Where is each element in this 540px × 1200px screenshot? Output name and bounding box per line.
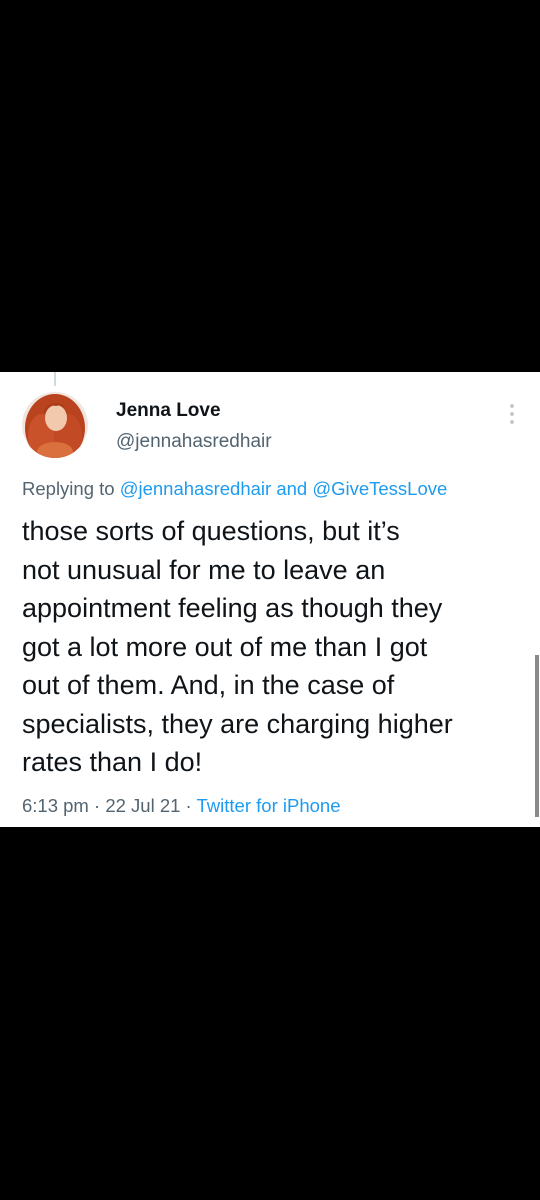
tweet-text: those sorts of questions, but it’s not u… [22,512,527,782]
profile-photo-icon [22,392,88,458]
tweet-card[interactable]: Jenna Love @jennahasredhair Replying to … [0,372,540,827]
tweet-text-line: not unusual for me to leave an [22,554,386,585]
scrollbar[interactable] [535,655,539,817]
replying-to-label: Replying to [22,478,115,499]
mention-joiner: and [276,478,308,499]
replying-to-line: Replying to @jennahasredhair and @GiveTe… [22,478,447,500]
avatar[interactable] [22,392,88,458]
tweet-text-line: specialists, they are charging higher [22,708,453,739]
thread-connector-line [54,372,56,386]
separator-dot: · [185,795,192,816]
tweet-source-link[interactable]: Twitter for iPhone [197,795,341,816]
user-handle[interactable]: @jennahasredhair [116,431,272,453]
tweet-text-line: rates than I do! [22,747,203,777]
tweet-text-line: appointment feeling as though they [22,593,443,623]
mention-link[interactable]: @jennahasredhair [120,478,271,499]
tweet-text-line: those sorts of questions, but it’s [22,516,400,546]
more-vertical-icon[interactable] [505,402,519,426]
tweet-text-line: out of them. And, in the case of [22,670,395,700]
tweet-metadata: 6:13 pm · 22 Jul 21 · Twitter for iPhone [22,795,340,817]
tweet-time[interactable]: 6:13 pm [22,795,89,816]
tweet-text-line: got a lot more out of me than I got [22,631,428,662]
display-name[interactable]: Jenna Love [116,400,221,422]
mention-link[interactable]: @GiveTessLove [312,478,447,499]
separator-dot: · [94,795,101,816]
tweet-date[interactable]: 22 Jul 21 [105,795,180,816]
